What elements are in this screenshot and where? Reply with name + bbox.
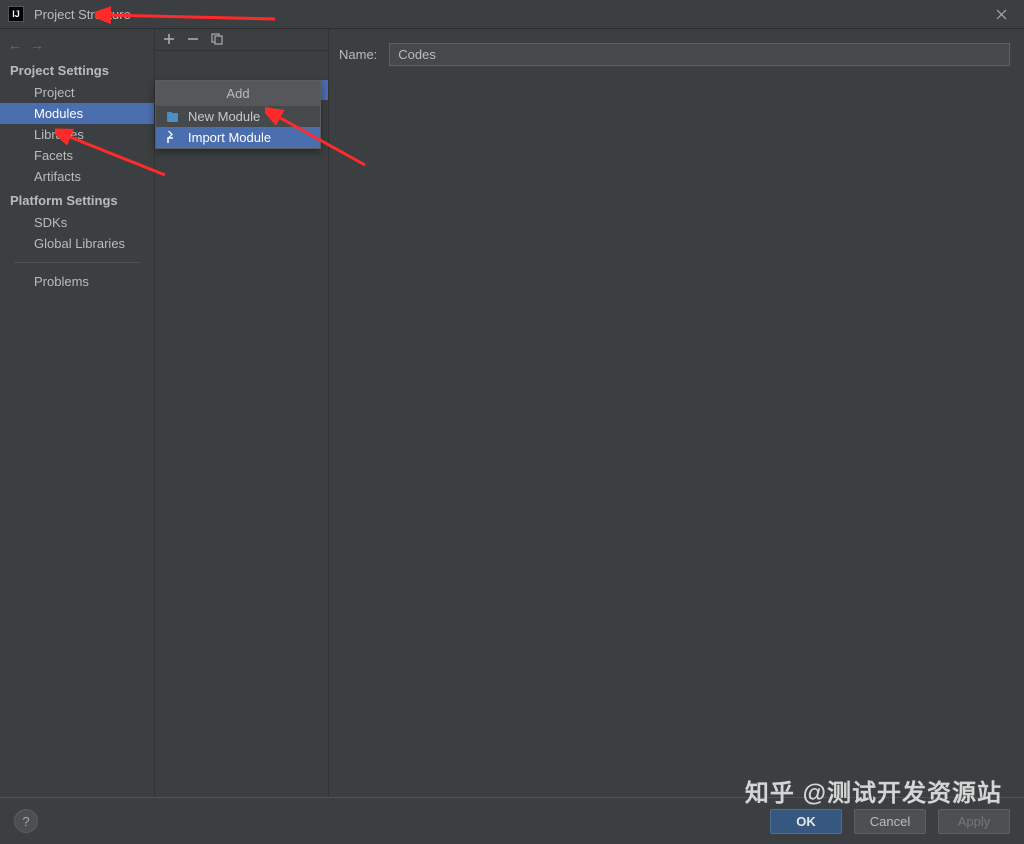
app-icon: IJ [8,6,24,22]
sidebar-item-artifacts[interactable]: Artifacts [0,166,154,187]
window-title: Project Structure [34,7,131,22]
sidebar-item-project[interactable]: Project [0,82,154,103]
name-input[interactable] [389,43,1010,66]
sidebar-item-sdks[interactable]: SDKs [0,212,154,233]
sidebar-item-global-libraries[interactable]: Global Libraries [0,233,154,254]
menu-import-module[interactable]: Import Module [156,127,320,148]
import-module-icon [166,131,180,145]
module-list-panel: Add New Module Import Module [155,29,329,797]
sidebar-item-libraries[interactable]: Libraries [0,124,154,145]
close-icon[interactable] [986,0,1016,29]
popup-header: Add [156,81,320,106]
copy-icon[interactable] [211,33,223,47]
sidebar-item-facets[interactable]: Facets [0,145,154,166]
detail-panel: Name: [329,29,1024,797]
nav-back-icon[interactable]: ← [8,38,22,52]
help-button[interactable]: ? [14,809,38,833]
sidebar-item-problems[interactable]: Problems [0,271,154,292]
remove-icon[interactable] [187,33,199,47]
menu-new-module[interactable]: New Module [156,106,320,127]
menu-new-module-label: New Module [188,109,260,124]
cancel-button[interactable]: Cancel [854,809,926,834]
new-module-icon [166,110,180,124]
add-icon[interactable] [163,33,175,47]
apply-button[interactable]: Apply [938,809,1010,834]
module-toolbar [155,29,328,51]
titlebar: IJ Project Structure [0,0,1024,29]
name-label: Name: [339,47,377,62]
nav-forward-icon[interactable]: → [30,38,44,52]
sidebar-item-modules[interactable]: Modules [0,103,154,124]
divider [14,262,140,263]
section-project-settings: Project Settings [0,57,154,82]
menu-import-module-label: Import Module [188,130,271,145]
section-platform-settings: Platform Settings [0,187,154,212]
sidebar: ← → Project Settings Project Modules Lib… [0,29,155,797]
bottom-bar: ? OK Cancel Apply [0,797,1024,844]
add-popup: Add New Module Import Module [155,80,321,149]
ok-button[interactable]: OK [770,809,842,834]
